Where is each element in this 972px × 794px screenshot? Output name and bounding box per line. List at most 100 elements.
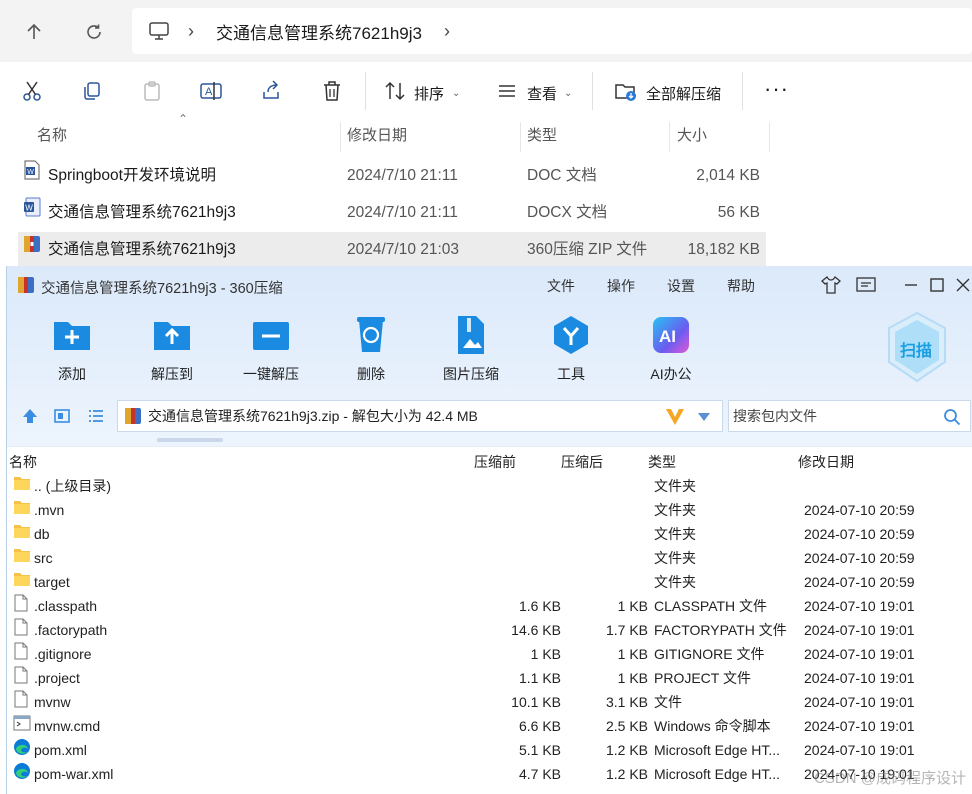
zip-row-size-after: 3.1 KB — [605, 694, 648, 710]
zip-row[interactable]: .mvn 文件夹 2024-07-10 20:59 — [7, 498, 972, 522]
zip-row[interactable]: target 文件夹 2024-07-10 20:59 — [7, 570, 972, 594]
zip-row-size-before: 5.1 KB — [518, 742, 561, 758]
feedback-icon[interactable] — [853, 272, 879, 298]
file-type: DOCX 文档 — [527, 204, 608, 221]
view-icon[interactable] — [492, 76, 522, 106]
archive-path-box[interactable]: 交通信息管理系统7621h9j3.zip - 解包大小为 42.4 MB — [117, 400, 723, 432]
view-button[interactable]: 查看 — [527, 83, 557, 104]
delete-button[interactable]: 删除 — [326, 314, 416, 384]
file-row[interactable]: W 交通信息管理系统7621h9j3 2024/7/10 21:11 DOCX … — [18, 195, 766, 231]
image-compress-icon — [450, 314, 492, 356]
zip-row-size-after: 1.2 KB — [605, 742, 648, 758]
sort-button[interactable]: 排序 — [414, 83, 444, 104]
extract-to-icon — [151, 314, 193, 356]
menu-operate[interactable]: 操作 — [607, 276, 635, 296]
zip-window-title: 交通信息管理系统7621h9j3 - 360压缩 — [41, 281, 283, 297]
zip-row-size-after: 2.5 KB — [605, 718, 648, 734]
zip-col-before[interactable]: 压缩前 — [474, 452, 516, 472]
zip-row[interactable]: mvnw 10.1 KB 3.1 KB 文件 2024-07-10 19:01 — [7, 690, 972, 714]
column-divider[interactable] — [769, 122, 770, 152]
zip-row-name: target — [34, 574, 70, 590]
file-row[interactable]: W Springboot开发环境说明 2024/7/10 21:11 DOC 文… — [18, 158, 766, 194]
refresh-icon[interactable] — [78, 16, 110, 48]
zip-row[interactable]: .project 1.1 KB 1 KB PROJECT 文件 2024-07-10 1… — [7, 666, 972, 690]
column-date[interactable]: 修改日期 — [347, 120, 407, 152]
column-size[interactable]: 大小 — [677, 120, 707, 152]
zip-row[interactable]: .classpath 1.6 KB 1 KB CLASSPATH 文件 2024-07-… — [7, 594, 972, 618]
address-box[interactable]: › 交通信息管理系统7621h9j3 › — [132, 8, 972, 54]
horizontal-scroll-thumb[interactable] — [157, 438, 223, 442]
zip-row[interactable]: db 文件夹 2024-07-10 20:59 — [7, 522, 972, 546]
extract-all-icon[interactable] — [611, 76, 641, 106]
zip-row-type: PROJECT 文件 — [654, 670, 751, 686]
zip-row-size-before: 1.6 KB — [518, 598, 561, 614]
thumbnail-view-icon[interactable] — [53, 407, 71, 425]
share-icon[interactable] — [256, 76, 286, 106]
zip-col-type[interactable]: 类型 — [648, 452, 676, 472]
column-divider[interactable] — [669, 122, 670, 152]
zip-col-after[interactable]: 压缩后 — [561, 452, 603, 472]
breadcrumb-folder[interactable]: 交通信息管理系统7621h9j3 — [216, 19, 422, 44]
zip-row[interactable]: .factorypath 14.6 KB 1.7 KB FACTORYPATH 文件 2… — [7, 618, 972, 642]
file-explorer: › 交通信息管理系统7621h9j3 › A 排序 ⌄ 查看 ⌄ 全部解压缩 ·… — [0, 0, 972, 270]
v-logo-icon[interactable] — [664, 404, 686, 428]
chevron-down-icon[interactable]: ⌄ — [452, 88, 460, 99]
zip-row[interactable]: mvnw.cmd 6.6 KB 2.5 KB Windows 命令脚本 2024-07-… — [7, 714, 972, 738]
zip-file-icon — [124, 407, 142, 425]
zip-app-icon — [17, 276, 35, 294]
copy-icon[interactable] — [77, 76, 107, 106]
search-icon[interactable] — [943, 408, 961, 426]
skin-icon[interactable] — [818, 272, 844, 298]
zip-row-date: 2024-07-10 20:59 — [804, 502, 915, 518]
image-compress-button[interactable]: 图片压缩 — [426, 314, 516, 384]
zip-row[interactable]: .. (上级目录) 文件夹 — [7, 474, 972, 498]
rename-icon[interactable]: A — [196, 76, 226, 106]
scan-button[interactable]: 扫描 — [884, 310, 950, 384]
search-input[interactable]: 搜索包内文件 — [733, 406, 817, 426]
file-row-selected[interactable]: 交通信息管理系统7621h9j3 2024/7/10 21:03 360压缩 Z… — [18, 232, 766, 268]
column-name[interactable]: 名称 — [37, 120, 67, 152]
zip-col-name[interactable]: 名称 — [9, 452, 37, 472]
add-button[interactable]: 添加 — [27, 314, 117, 384]
archive-search-box[interactable]: 搜索包内文件 — [728, 400, 971, 432]
list-view-icon[interactable] — [87, 407, 105, 425]
scan-label: 扫描 — [900, 343, 933, 360]
tool-label: 工具 — [557, 366, 585, 382]
zip-row-size-after: 1.7 KB — [605, 622, 648, 638]
extract-to-button[interactable]: 解压到 — [127, 314, 217, 384]
column-divider[interactable] — [520, 122, 521, 152]
close-icon[interactable] — [950, 272, 972, 298]
chevron-down-icon[interactable]: ⌄ — [564, 88, 572, 99]
zip-row[interactable]: pom.xml 5.1 KB 1.2 KB Microsoft Edge HT... 2… — [7, 738, 972, 762]
sort-icon[interactable] — [380, 76, 410, 106]
zip-row-name: .gitignore — [34, 646, 92, 662]
one-click-extract-button[interactable]: 一键解压 — [226, 314, 316, 384]
menu-file[interactable]: 文件 — [547, 276, 575, 296]
menu-help[interactable]: 帮助 — [727, 276, 755, 296]
file-size: 56 KB — [717, 204, 760, 221]
more-options-icon[interactable]: ··· — [764, 76, 789, 102]
menu-settings[interactable]: 设置 — [667, 276, 695, 296]
dropdown-arrow-icon[interactable] — [696, 410, 712, 422]
zip-row[interactable]: src 文件夹 2024-07-10 20:59 — [7, 546, 972, 570]
svg-text:AI: AI — [659, 327, 676, 346]
zip-row-date: 2024-07-10 19:01 — [804, 598, 915, 614]
zip-row[interactable]: .gitignore 1 KB 1 KB GITIGNORE 文件 2024-07-10… — [7, 642, 972, 666]
cut-icon[interactable] — [17, 76, 47, 106]
zip-col-date[interactable]: 修改日期 — [798, 452, 854, 472]
maximize-icon[interactable] — [924, 272, 950, 298]
chevron-right-icon[interactable]: › — [444, 21, 450, 42]
column-divider[interactable] — [340, 122, 341, 152]
ai-office-button[interactable]: AI AI办公 — [626, 314, 716, 384]
up-arrow-icon[interactable] — [18, 16, 50, 48]
tools-button[interactable]: 工具 — [526, 314, 616, 384]
zip-row-size-after: 1 KB — [617, 670, 648, 686]
column-type[interactable]: 类型 — [527, 120, 557, 152]
minimize-icon[interactable] — [898, 272, 924, 298]
up-directory-icon[interactable] — [21, 407, 39, 425]
word-doc-icon: W — [23, 158, 41, 180]
file-icon — [13, 618, 31, 636]
trash-icon[interactable] — [317, 76, 347, 106]
extract-all-button[interactable]: 全部解压缩 — [646, 83, 721, 104]
file-name: Springboot开发环境说明 — [48, 167, 216, 184]
